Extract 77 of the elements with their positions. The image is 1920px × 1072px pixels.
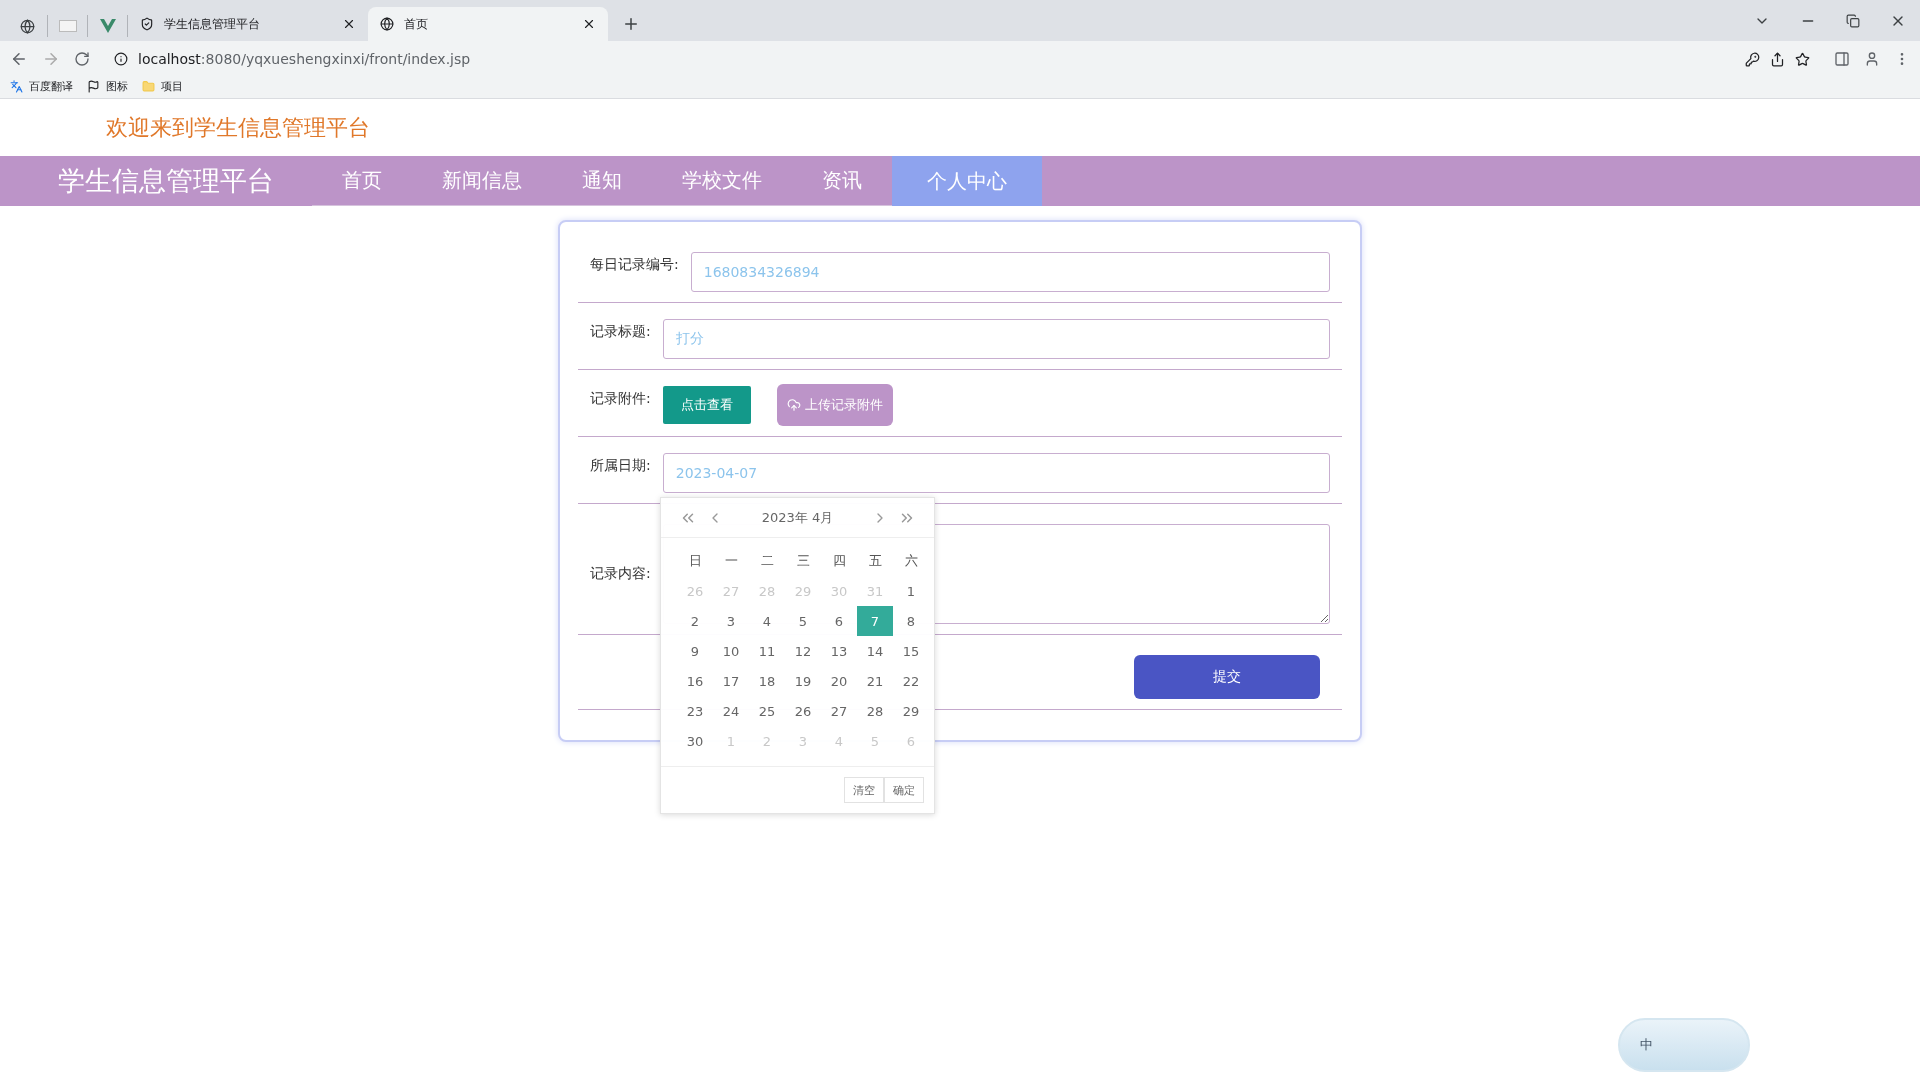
field-label: 记录附件: [590, 389, 651, 408]
close-icon[interactable] [582, 17, 596, 31]
calendar-day[interactable]: 1 [893, 576, 929, 606]
folder-icon [142, 80, 155, 93]
calendar-day[interactable]: 29 [893, 696, 929, 726]
calendar-day[interactable]: 13 [821, 636, 857, 666]
translate-icon [10, 80, 23, 93]
field-label: 所属日期: [590, 456, 651, 475]
ime-widget[interactable]: 中 [1618, 1018, 1750, 1072]
weekday-label: 六 [903, 552, 919, 570]
clear-button[interactable]: 清空 [844, 777, 884, 803]
weekday-label: 二 [759, 552, 775, 570]
url-text: localhost:8080/yqxueshengxinxi/front/index.jsp [138, 51, 471, 67]
calendar-day[interactable]: 16 [677, 666, 713, 696]
calendar-day[interactable]: 6 [821, 606, 857, 636]
weekday-label: 日 [687, 552, 703, 570]
site-title: 学生信息管理平台 [58, 164, 275, 198]
calendar-day[interactable]: 9 [677, 636, 713, 666]
globe-icon [380, 17, 394, 31]
bookmark[interactable]: 图标 [87, 79, 128, 94]
globe-icon[interactable] [20, 18, 35, 34]
key-icon[interactable] [1745, 51, 1760, 67]
field-label: 记录内容: [590, 564, 651, 583]
side-panel-icon[interactable] [1834, 51, 1850, 67]
calendar-day[interactable]: 15 [893, 636, 929, 666]
calendar-title: 2023年 4月 [760, 508, 835, 527]
browser-tab[interactable]: 学生信息管理平台 [128, 7, 368, 41]
flag-icon [87, 80, 100, 93]
calendar-day[interactable]: 26 [785, 696, 821, 726]
calendar-day[interactable]: 25 [749, 696, 785, 726]
bookmark[interactable]: 百度翻译 [10, 79, 73, 94]
calendar-day[interactable]: 5 [785, 606, 821, 636]
calendar-day[interactable]: 11 [749, 636, 785, 666]
calendar-day[interactable]: 18 [749, 666, 785, 696]
shield-icon [140, 17, 154, 31]
calendar-day[interactable]: 17 [713, 666, 749, 696]
calendar-day[interactable]: 3 [713, 606, 749, 636]
reload-icon[interactable] [74, 51, 90, 67]
calendar-day[interactable]: 28 [857, 696, 893, 726]
back-icon[interactable] [10, 50, 28, 68]
weekday-label: 三 [795, 552, 811, 570]
new-tab-icon[interactable] [622, 15, 640, 33]
weekday-label: 一 [723, 552, 739, 570]
browser-tab[interactable]: 首页 [368, 7, 608, 41]
info-icon[interactable] [114, 52, 128, 66]
weekday-label: 四 [831, 552, 847, 570]
share-icon[interactable] [1770, 51, 1785, 67]
star-icon[interactable] [1795, 51, 1810, 67]
tab-title: 首页 [404, 15, 429, 33]
cloud-upload-icon [786, 398, 801, 412]
calendar-day[interactable]: 30 [677, 726, 713, 756]
calendar-day[interactable]: 24 [713, 696, 749, 726]
calendar-day[interactable]: 2 [677, 606, 713, 636]
calendar-day[interactable]: 4 [749, 606, 785, 636]
weekday-label: 五 [867, 552, 883, 570]
v-logo-icon[interactable] [99, 19, 116, 33]
welcome-text: 欢迎来到学生信息管理平台 [106, 113, 370, 142]
bookmark[interactable]: 项目 [142, 79, 183, 94]
field-label: 记录标题: [590, 322, 651, 341]
field-label: 每日记录编号: [590, 255, 679, 274]
calendar-day[interactable]: 10 [713, 636, 749, 666]
tab-title: 学生信息管理平台 [164, 15, 261, 33]
calendar-day[interactable]: 14 [857, 636, 893, 666]
calendar-day[interactable]: 27 [821, 696, 857, 726]
calendar-day[interactable]: 22 [893, 666, 929, 696]
calendar-day[interactable]: 19 [785, 666, 821, 696]
calendar-day[interactable]: 20 [821, 666, 857, 696]
calendar-day[interactable]: 12 [785, 636, 821, 666]
view-button[interactable]: 点击查看 [662, 386, 751, 424]
restore-icon[interactable] [1846, 13, 1860, 28]
submit-button[interactable]: 提交 [1134, 655, 1320, 699]
calendar-day[interactable]: 8 [893, 606, 929, 636]
calendar-day[interactable]: 21 [857, 666, 893, 696]
calendar-day[interactable]: 23 [677, 696, 713, 726]
profile-icon[interactable] [1864, 51, 1880, 67]
close-icon[interactable] [342, 17, 356, 31]
confirm-button[interactable]: 确定 [884, 777, 924, 803]
